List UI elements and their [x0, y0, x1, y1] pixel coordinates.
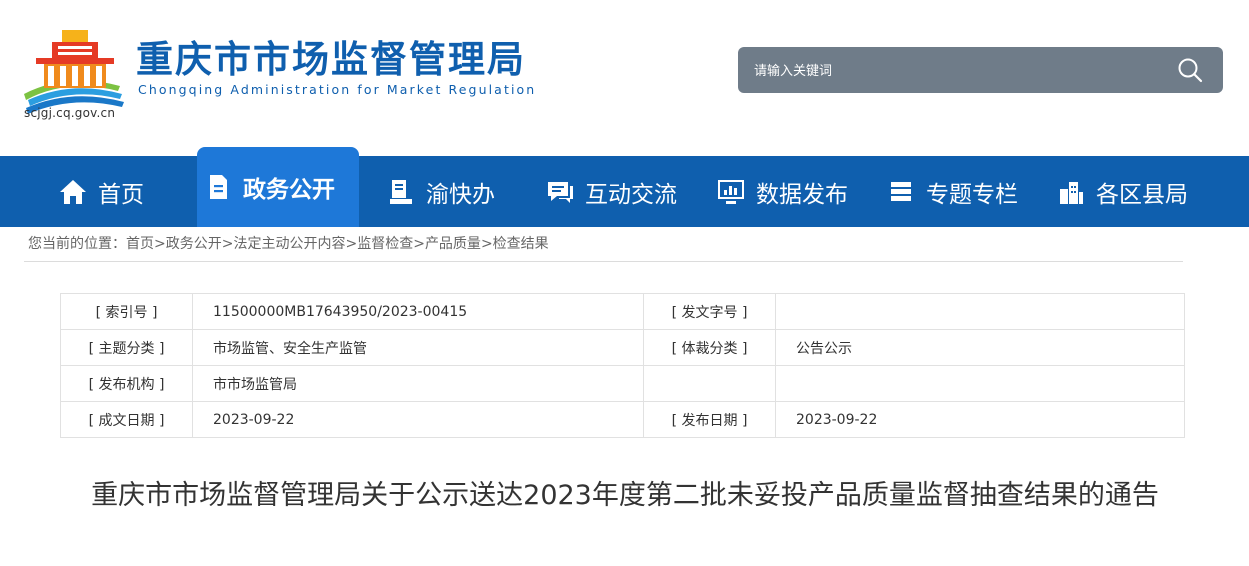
stack-icon [886, 177, 916, 207]
document-meta-table: [ 索引号 ] 11500000MB17643950/2023-00415 [ … [60, 293, 1185, 438]
table-row: [ 发布机构 ] 市市场监管局 [60, 365, 1185, 402]
chat-icon [545, 177, 575, 207]
search-input[interactable] [752, 59, 1156, 83]
site-header: scjgj.cq.gov.cn 重庆市市场监督管理局 Chongqing Adm… [0, 0, 1249, 156]
breadcrumb-separator: > [221, 236, 234, 252]
article-title: 重庆市市场监督管理局关于公示送达2023年度第二批未妥投产品质量监督抽查结果的通… [91, 480, 1159, 511]
site-subtitle: Chongqing Administration for Market Regu… [138, 82, 537, 97]
main-nav: 首页 政务公开 渝快办 互动交流 数据发布 专题专栏 各区县局 [0, 147, 1249, 227]
nav-item-label: 专题专栏 [926, 181, 1018, 208]
meta-key: [ 发布日期 ] [643, 401, 776, 438]
breadcrumb-prefix: 您当前的位置： [28, 236, 126, 252]
monitor-chart-icon [716, 177, 746, 207]
meta-value: 市市场监管局 [192, 365, 644, 402]
meta-value [775, 365, 1185, 402]
home-icon [58, 177, 88, 207]
nav-item-label: 渝快办 [426, 181, 495, 208]
nav-item-interaction[interactable]: 互动交流 [545, 156, 677, 227]
breadcrumb-link[interactable]: 监督检查 [357, 236, 413, 252]
meta-value: 公告公示 [775, 329, 1185, 366]
table-row: [ 成文日期 ] 2023-09-22 [ 发布日期 ] 2023-09-22 [60, 401, 1185, 438]
buildings-icon [1056, 177, 1086, 207]
breadcrumb-link[interactable]: 法定主动公开内容 [233, 236, 345, 252]
meta-key: [ 主题分类 ] [60, 329, 193, 366]
breadcrumb: 您当前的位置：首页>政务公开>法定主动公开内容>监督检查>产品质量>检查结果 [24, 230, 1183, 262]
site-domain: scjgj.cq.gov.cn [24, 106, 116, 120]
table-row: [ 主题分类 ] 市场监管、安全生产监管 [ 体裁分类 ] 公告公示 [60, 329, 1185, 366]
meta-key: [ 成文日期 ] [60, 401, 193, 438]
nav-item-government-affairs[interactable]: 政务公开 [197, 147, 359, 227]
meta-key: [ 发文字号 ] [643, 293, 776, 330]
breadcrumb-link[interactable]: 政务公开 [166, 236, 222, 252]
nav-item-district-bureaus[interactable]: 各区县局 [1056, 156, 1188, 227]
nav-item-label: 政务公开 [243, 177, 335, 203]
meta-value [775, 293, 1185, 330]
service-icon [386, 177, 416, 207]
nav-item-home[interactable]: 首页 [58, 156, 144, 227]
nav-item-label: 各区县局 [1096, 181, 1188, 208]
breadcrumb-separator: > [345, 236, 358, 252]
meta-key: [ 发布机构 ] [60, 365, 193, 402]
breadcrumb-separator: > [413, 236, 425, 252]
breadcrumb-link[interactable]: 检查结果 [493, 236, 549, 252]
search-box [738, 47, 1223, 93]
table-row: [ 索引号 ] 11500000MB17643950/2023-00415 [ … [60, 293, 1185, 330]
nav-item-label: 首页 [98, 181, 144, 208]
site-title[interactable]: 重庆市市场监督管理局 [136, 38, 526, 82]
nav-item-label: 互动交流 [585, 181, 677, 208]
nav-item-label: 数据发布 [756, 181, 848, 208]
meta-value: 2023-09-22 [192, 401, 644, 438]
breadcrumb-separator: > [154, 236, 166, 252]
meta-key [643, 365, 776, 402]
search-icon[interactable] [1177, 57, 1203, 83]
nav-item-data-release[interactable]: 数据发布 [716, 156, 848, 227]
meta-value: 2023-09-22 [775, 401, 1185, 438]
breadcrumb-link[interactable]: 首页 [126, 236, 154, 252]
meta-key: [ 索引号 ] [60, 293, 193, 330]
meta-value: 11500000MB17643950/2023-00415 [192, 293, 644, 330]
document-icon [203, 172, 233, 202]
meta-key: [ 体裁分类 ] [643, 329, 776, 366]
nav-item-yukuaiban[interactable]: 渝快办 [386, 156, 495, 227]
breadcrumb-separator: > [480, 236, 493, 252]
breadcrumb-link[interactable]: 产品质量 [425, 236, 481, 252]
meta-value: 市场监管、安全生产监管 [192, 329, 644, 366]
nav-item-special-topics[interactable]: 专题专栏 [886, 156, 1018, 227]
